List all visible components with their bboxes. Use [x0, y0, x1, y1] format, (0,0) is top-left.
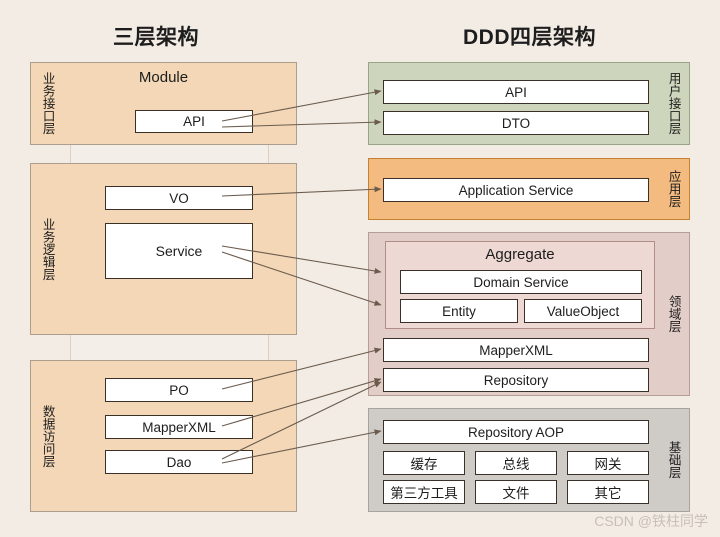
- item-third-party-tools[interactable]: 第三方工具: [383, 480, 465, 504]
- item-gateway[interactable]: 网关: [567, 451, 649, 475]
- ddd-layer-domain[interactable]: 领域层 Aggregate Domain Service Entity Valu…: [368, 232, 690, 396]
- ddd-layer-3-label: 领域层: [666, 295, 681, 333]
- ddd-layer-4-label: 基础层: [666, 441, 681, 479]
- item-repository[interactable]: Repository: [383, 368, 649, 392]
- diagram-canvas: 三层架构 DDD四层架构 业务接口层 Module API 业务逻辑层 VO S…: [0, 0, 720, 537]
- item-bus[interactable]: 总线: [475, 451, 557, 475]
- module-label: Module: [138, 69, 189, 86]
- item-dto[interactable]: DTO: [383, 111, 649, 135]
- aggregate-title: Aggregate: [485, 246, 555, 263]
- item-api-left[interactable]: API: [135, 110, 253, 133]
- ddd-layer-user-interface[interactable]: 用户接口层 API DTO: [368, 62, 690, 145]
- item-vo[interactable]: VO: [105, 186, 253, 210]
- aggregate-box[interactable]: Aggregate Domain Service Entity ValueObj…: [385, 241, 655, 329]
- ddd-layer-1-label: 用户接口层: [666, 72, 681, 135]
- tier-2-label: 业务逻辑层: [40, 217, 55, 281]
- page-title-left: 三层架构: [113, 26, 199, 49]
- item-cache[interactable]: 缓存: [383, 451, 465, 475]
- ddd-layer-infrastructure[interactable]: 基础层 Repository AOP 缓存 总线 网关 第三方工具 文件 其它: [368, 408, 690, 512]
- item-file[interactable]: 文件: [475, 480, 557, 504]
- item-repository-aop[interactable]: Repository AOP: [383, 420, 649, 444]
- item-other[interactable]: 其它: [567, 480, 649, 504]
- item-valueobject[interactable]: ValueObject: [524, 299, 642, 323]
- tier-data-access[interactable]: 数据访问层 PO MapperXML Dao: [30, 360, 297, 512]
- ddd-layer-application[interactable]: 应用层 Application Service: [368, 158, 690, 220]
- item-entity[interactable]: Entity: [400, 299, 518, 323]
- item-api-right[interactable]: API: [383, 80, 649, 104]
- watermark: CSDN @铁柱同学: [594, 513, 708, 529]
- tier-3-label: 数据访问层: [40, 404, 55, 468]
- item-service[interactable]: Service: [105, 223, 253, 279]
- item-application-service[interactable]: Application Service: [383, 178, 649, 202]
- ddd-layer-2-label: 应用层: [666, 170, 681, 208]
- tier-business-interface[interactable]: 业务接口层 Module API: [30, 62, 297, 145]
- item-dao[interactable]: Dao: [105, 450, 253, 474]
- item-po[interactable]: PO: [105, 378, 253, 402]
- item-mapperxml-right[interactable]: MapperXML: [383, 338, 649, 362]
- item-mapperxml-left[interactable]: MapperXML: [105, 415, 253, 439]
- tier-business-logic[interactable]: 业务逻辑层 VO Service: [30, 163, 297, 335]
- page-title-right: DDD四层架构: [463, 26, 596, 49]
- item-domain-service[interactable]: Domain Service: [400, 270, 642, 294]
